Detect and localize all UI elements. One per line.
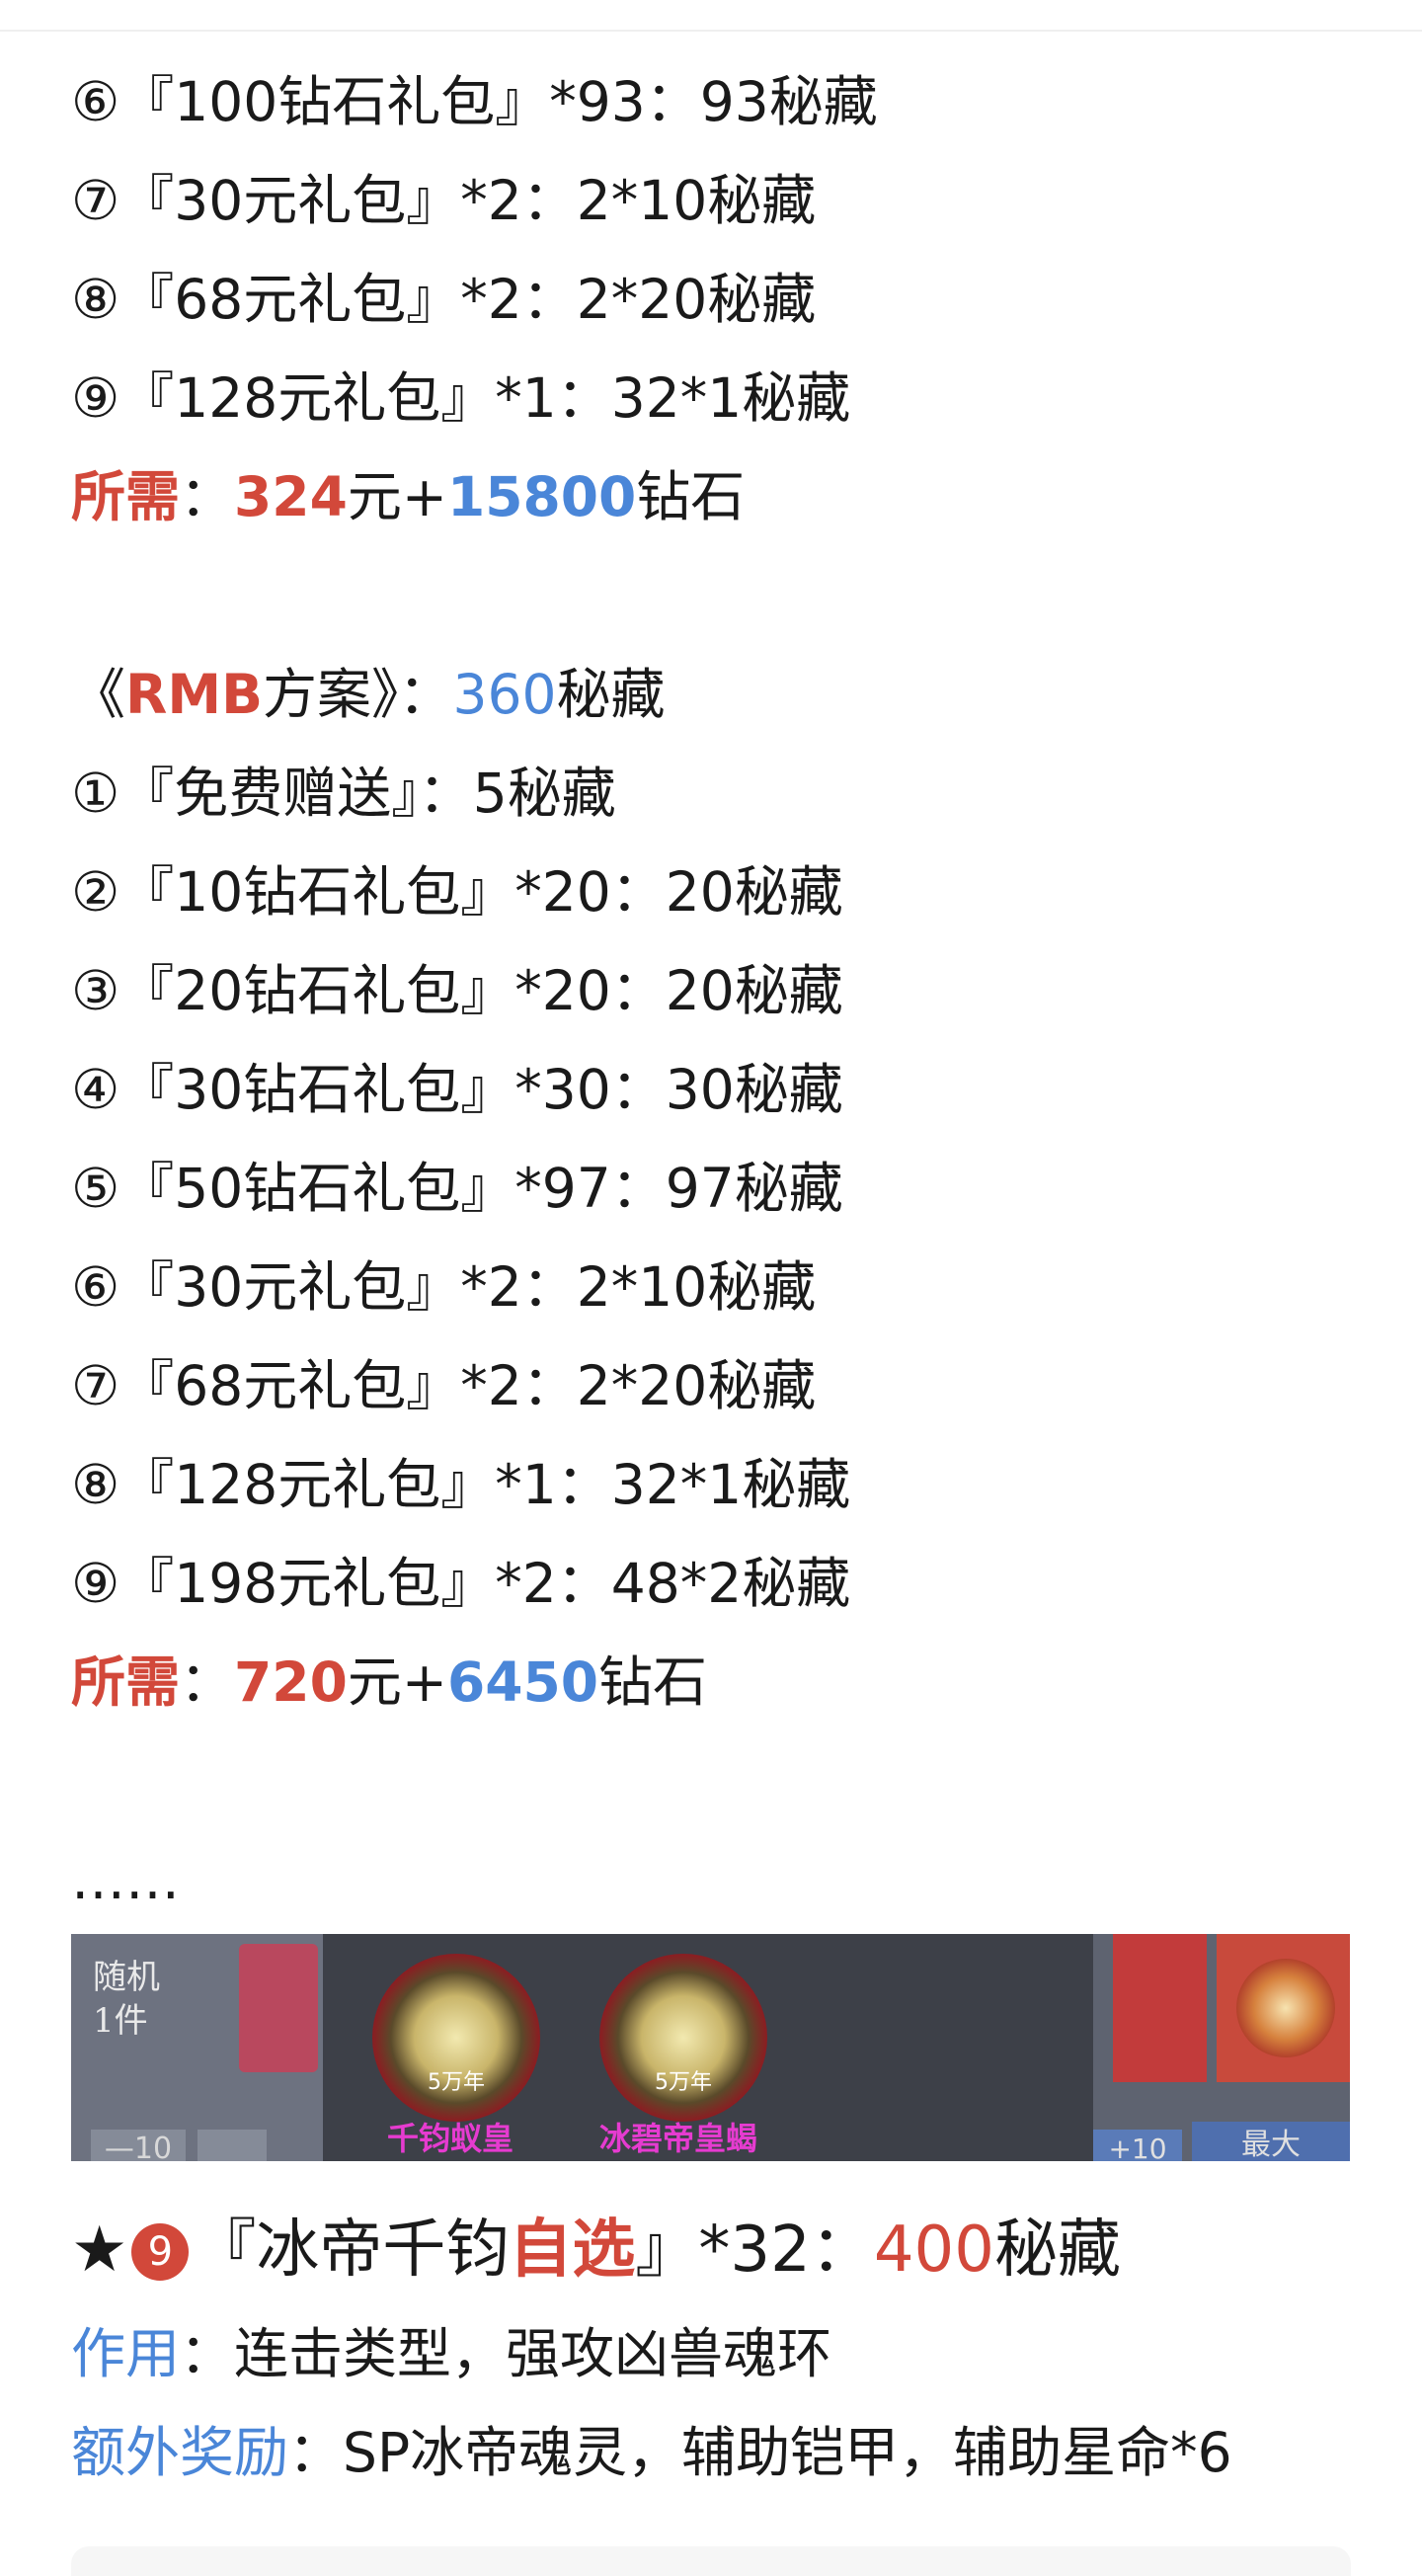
- plan2-count: 360: [452, 663, 557, 726]
- plan1-item-6: ⑥『100钻石礼包』*93：93秘藏: [71, 70, 878, 133]
- next-card-edge: [71, 2546, 1351, 2576]
- feature-count-unit: 秘藏: [993, 2214, 1121, 2287]
- random-tag-line1: 随机: [93, 1958, 160, 1997]
- plan2-item-9: ⑨『198元礼包』*2：48*2秘藏: [71, 1552, 851, 1615]
- effect-label: 作用: [71, 2322, 181, 2385]
- required-label: 所需: [71, 1650, 181, 1714]
- effect-sep: ：: [180, 2322, 235, 2385]
- required-yuan: 元+: [347, 465, 447, 528]
- plan2-rmb-label: RMB: [125, 663, 264, 726]
- plan2-item-5: ⑤『50钻石礼包』*97：97秘藏: [71, 1157, 843, 1220]
- plan2-open: 《: [71, 663, 126, 726]
- plan2-item-3: ③『20钻石礼包』*20：20秘藏: [71, 959, 843, 1022]
- max-button: 最大: [1192, 2122, 1350, 2161]
- required-rmb: 720: [234, 1650, 348, 1714]
- bonus-sep: ：: [288, 2421, 344, 2484]
- plus-ten-button: +10: [1093, 2130, 1182, 2161]
- required-diamonds: 15800: [446, 465, 637, 528]
- feature-highlight: 自选: [509, 2214, 636, 2287]
- required-rmb: 324: [234, 465, 348, 528]
- spirit-ring-orb-2: 5万年: [599, 1954, 767, 2122]
- feature-count: 400: [873, 2214, 994, 2287]
- required-diamonds: 6450: [446, 1650, 599, 1714]
- plan2-item-8: ⑧『128元礼包』*1：32*1秘藏: [71, 1453, 851, 1516]
- plan2-title: 《RMB方案》：360秘藏: [71, 660, 666, 729]
- orb2-age: 5万年: [655, 2070, 712, 2095]
- plan1-item-9: ⑨『128元礼包』*1：32*1秘藏: [71, 366, 851, 430]
- required-sep: ：: [180, 465, 235, 528]
- required-diamond-unit: 钻石: [598, 1650, 708, 1714]
- plan2-item-2: ②『10钻石礼包』*20：20秘藏: [71, 860, 843, 924]
- left-card-image: [239, 1944, 318, 2072]
- required-label: 所需: [71, 465, 181, 528]
- plan2-item-1: ①『免费赠送』：5秘藏: [71, 762, 616, 825]
- top-divider: [0, 30, 1422, 32]
- random-tag: 随机 1件: [93, 1956, 160, 2043]
- game-screenshot: 随机 1件 —10 5万年 千钧蚁皇 5万年 冰碧帝皇蝎 +10 最大: [71, 1934, 1350, 2161]
- required-sep: ：: [180, 1650, 235, 1714]
- feature-bonus: 额外奖励：SP冰帝魂灵，辅助铠甲，辅助星命*6: [71, 2418, 1232, 2487]
- number-badge: 9: [131, 2223, 190, 2281]
- plan2-required: 所需：720元+6450钻石: [71, 1648, 707, 1717]
- required-yuan: 元+: [347, 1650, 447, 1714]
- ellipsis: ……: [71, 1848, 180, 1911]
- random-tag-line2: 1件: [93, 2001, 148, 2041]
- sun-orb-icon: [1236, 1959, 1335, 2057]
- plan1-required: 所需：324元+15800钻石: [71, 462, 745, 531]
- plan1-item-7: ⑦『30元礼包』*2：2*10秘藏: [71, 169, 817, 232]
- plan2-item-7: ⑦『68元礼包』*2：2*20秘藏: [71, 1354, 817, 1417]
- orb1-name: 千钧蚁皇: [387, 2120, 514, 2157]
- plan2-title-rest: 方案》：: [263, 663, 453, 726]
- required-diamond-unit: 钻石: [636, 465, 746, 528]
- star-icon: ★: [71, 2214, 128, 2287]
- feature-open: 『冰帝千钧: [193, 2214, 510, 2287]
- minus-ten-button: —10: [91, 2130, 186, 2161]
- minus-button: [198, 2130, 267, 2161]
- orb1-age: 5万年: [428, 2070, 485, 2095]
- feature-close: 』*32：: [635, 2214, 874, 2287]
- orb2-name: 冰碧帝皇蝎: [599, 2120, 758, 2157]
- plan1-item-8: ⑧『68元礼包』*2：2*20秘藏: [71, 268, 817, 331]
- spirit-ring-orb-1: 5万年: [372, 1954, 540, 2122]
- effect-text: 连击类型，强攻凶兽魂环: [234, 2322, 832, 2385]
- bonus-label: 额外奖励: [71, 2421, 289, 2484]
- plan2-item-6: ⑥『30元礼包』*2：2*10秘藏: [71, 1255, 817, 1319]
- feature-effect: 作用：连击类型，强攻凶兽魂环: [71, 2319, 831, 2388]
- right-card-image: [1113, 1934, 1207, 2082]
- plan2-count-unit: 秘藏: [556, 663, 666, 726]
- bonus-text: SP冰帝魂灵，辅助铠甲，辅助星命*6: [343, 2421, 1232, 2484]
- feature-title: ★ 9 『冰帝千钧自选』*32：400秘藏: [71, 2206, 1121, 2294]
- plan2-item-4: ④『30钻石礼包』*30：30秘藏: [71, 1058, 843, 1121]
